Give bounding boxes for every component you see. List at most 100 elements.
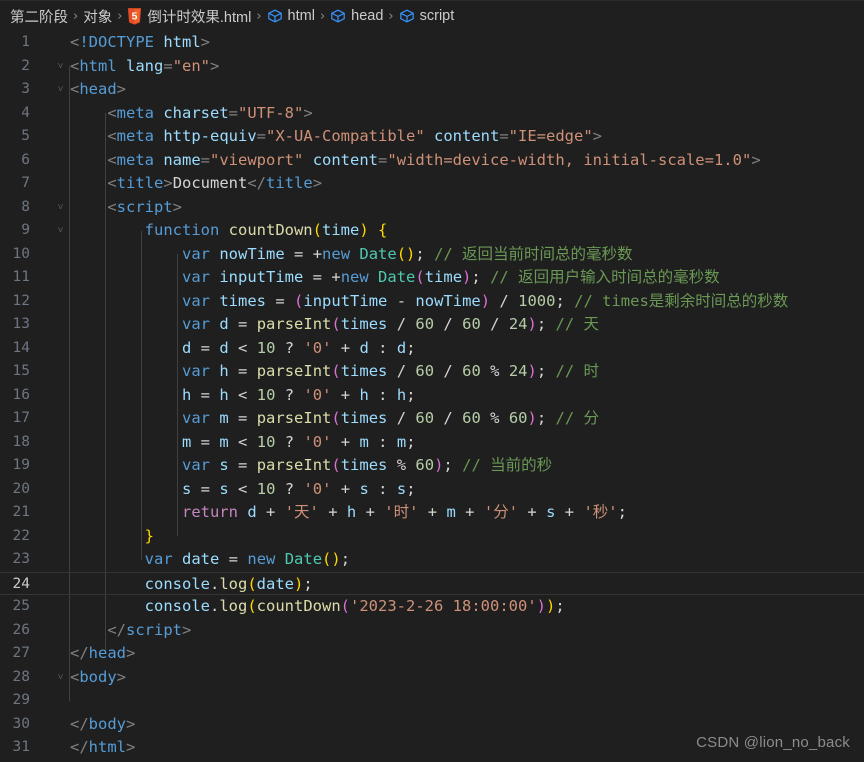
code-line[interactable]: 28 ˅ <body> — [0, 666, 864, 690]
breadcrumb-item-1[interactable]: 第二阶段 — [10, 6, 68, 27]
fold-toggle[interactable] — [52, 384, 69, 408]
token: content — [312, 150, 379, 169]
fold-toggle[interactable] — [52, 266, 69, 290]
fold-toggle[interactable] — [52, 431, 69, 455]
fold-toggle[interactable] — [52, 689, 69, 713]
fold-toggle[interactable] — [52, 736, 69, 760]
code-line[interactable]: 20 s = s < 10 ? '0' + s : s; — [0, 478, 864, 502]
fold-toggle[interactable] — [52, 102, 69, 126]
code-line[interactable]: 16 h = h < 10 ? '0' + h : h; — [0, 384, 864, 408]
fold-toggle[interactable] — [52, 290, 69, 314]
code-line[interactable]: 3 ˅ <head> — [0, 78, 864, 102]
code-line[interactable]: 22 } — [0, 525, 864, 549]
breadcrumb-item-3[interactable]: 5 倒计时效果.html — [127, 6, 251, 27]
code-line[interactable]: 29 — [0, 689, 864, 713]
code-line[interactable]: 4 <meta charset="UTF-8"> — [0, 102, 864, 126]
code-line[interactable]: 5 <meta http-equiv="X-UA-Compatible" con… — [0, 125, 864, 149]
fold-toggle[interactable] — [52, 337, 69, 361]
fold-toggle[interactable] — [52, 360, 69, 384]
fold-toggle[interactable] — [52, 642, 69, 666]
token: () — [396, 244, 416, 263]
code-line[interactable]: 21 return d + '天' + h + '时' + m + '分' + … — [0, 501, 864, 525]
fold-toggle[interactable]: ˅ — [52, 196, 69, 220]
fold-toggle[interactable]: ˅ — [52, 55, 69, 79]
token: var — [181, 315, 210, 333]
token: '分' — [483, 503, 519, 521]
code-line[interactable]: 23 var date = new Date(); — [0, 548, 864, 572]
code-editor[interactable]: 1 <!DOCTYPE html> 2 ˅ <html lang="en"> 3 ˅ <hea… — [0, 31, 864, 762]
fold-toggle[interactable] — [52, 595, 69, 619]
fold-toggle[interactable] — [52, 243, 69, 267]
code-line[interactable]: 9 ˅ function countDown(time) { — [0, 219, 864, 243]
token: "IE=edge" — [508, 127, 593, 145]
token: '秒' — [583, 503, 618, 521]
code-line[interactable]: 17 var m = parseInt(times / 60 / 60 % 60… — [0, 407, 864, 431]
token: h — [346, 503, 357, 521]
code-line[interactable]: 6 <meta name="viewport" content="width=d… — [0, 149, 864, 173]
fold-toggle[interactable] — [52, 125, 69, 149]
code-line[interactable]: 14 d = d < 10 ? '0' + d : d; — [0, 337, 864, 361]
line-number: 7 — [21, 175, 30, 191]
code-line[interactable]: 19 var s = parseInt(times % 60); // 当前的秒 — [0, 454, 864, 478]
breadcrumb-item-6[interactable]: script — [399, 8, 454, 24]
code-line[interactable]: 25 console.log(countDown('2023-2-26 18:0… — [0, 595, 864, 619]
code-line[interactable]: 24 console.log(date); — [0, 571, 864, 595]
fold-toggle[interactable] — [52, 525, 69, 549]
code-line[interactable]: 8 ˅ <script> — [0, 196, 864, 220]
token: = — [275, 291, 285, 310]
breadcrumb-item-4[interactable]: html — [267, 8, 315, 24]
fold-toggle[interactable] — [52, 619, 69, 643]
fold-toggle[interactable] — [52, 313, 69, 337]
code-content[interactable]: 1 <!DOCTYPE html> 2 ˅ <html lang="en"> 3 ˅ <hea… — [0, 31, 864, 760]
fold-toggle[interactable] — [52, 713, 69, 737]
token: lang — [126, 56, 164, 75]
code-line[interactable]: 26 </script> — [0, 619, 864, 643]
token: h — [181, 385, 192, 404]
code-line[interactable]: 30 </body> — [0, 713, 864, 737]
code-line[interactable]: 15 var h = parseInt(times / 60 / 60 % 24… — [0, 360, 864, 384]
token: = — [499, 127, 509, 145]
token: ; — [406, 338, 416, 357]
code-line[interactable]: 12 var times = (inputTime - nowTime) / 1… — [0, 290, 864, 314]
breadcrumb: 第二阶段 › 对象 › 5 倒计时效果.html › html › head › script — [0, 0, 864, 31]
code-line[interactable]: 11 var inputTime = +new Date(time); // 返… — [0, 266, 864, 290]
code-line[interactable]: 13 var d = parseInt(times / 60 / 60 / 24… — [0, 313, 864, 337]
token: / — [443, 315, 453, 333]
breadcrumb-item-5[interactable]: head — [330, 8, 383, 24]
code-line[interactable]: 18 m = m < 10 ? '0' + m : m; — [0, 431, 864, 455]
fold-toggle[interactable] — [52, 31, 69, 55]
code-line[interactable]: 10 var nowTime = +new Date(); // 返回当前时间总… — [0, 243, 864, 267]
fold-toggle[interactable]: ˅ — [52, 78, 69, 102]
token: meta — [116, 127, 154, 145]
fold-toggle[interactable] — [52, 172, 69, 196]
fold-toggle[interactable] — [52, 478, 69, 502]
fold-toggle[interactable]: ˅ — [52, 219, 69, 243]
fold-toggle[interactable]: ˅ — [52, 666, 69, 690]
fold-toggle[interactable] — [52, 454, 69, 478]
fold-toggle[interactable] — [52, 149, 69, 173]
code-line[interactable]: 27 </head> — [0, 642, 864, 666]
code-line[interactable]: 2 ˅ <html lang="en"> — [0, 55, 864, 79]
line-number: 4 — [21, 104, 30, 121]
code-line[interactable]: 7 <title>Document</title> — [0, 172, 864, 196]
token: ) — [546, 597, 556, 615]
fold-toggle[interactable] — [52, 573, 69, 595]
cube-icon — [331, 9, 345, 23]
fold-toggle[interactable] — [52, 501, 69, 525]
token: 10 — [256, 432, 276, 451]
code-line[interactable]: 1 <!DOCTYPE html> — [0, 31, 864, 55]
token: > — [210, 56, 220, 75]
fold-toggle[interactable] — [52, 407, 69, 431]
token: 60 — [462, 315, 481, 333]
breadcrumb-item-2[interactable]: 对象 — [83, 6, 112, 27]
fold-toggle[interactable] — [52, 548, 69, 572]
